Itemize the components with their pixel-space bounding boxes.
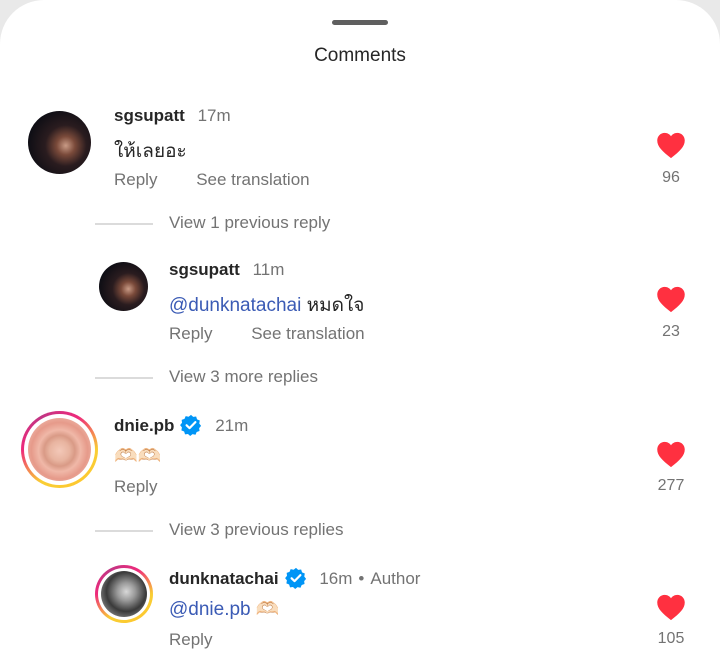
view-previous-replies-button[interactable]: View 1 previous reply xyxy=(95,213,330,233)
story-ring[interactable] xyxy=(21,411,98,488)
heart-icon[interactable] xyxy=(656,131,686,159)
separator-dot: • xyxy=(358,569,365,588)
heart-icon[interactable] xyxy=(656,440,686,468)
avatar[interactable] xyxy=(28,111,91,174)
mention-link[interactable]: @dunknatachai xyxy=(169,295,301,316)
drag-handle[interactable] xyxy=(332,20,388,25)
comment-meta: dnie.pb 21m xyxy=(114,414,248,436)
view-more-replies-button[interactable]: View 3 more replies xyxy=(95,367,318,387)
timestamp: 17m xyxy=(197,106,231,125)
reply-thread-line xyxy=(95,529,153,532)
like-count: 23 xyxy=(662,323,680,340)
comment-meta: sgsupatt 17m xyxy=(114,106,231,126)
avatar[interactable] xyxy=(99,262,148,311)
reply-button[interactable]: Reply xyxy=(114,170,157,189)
verified-badge-icon xyxy=(284,567,306,589)
comment-actions: Reply See translation xyxy=(114,170,344,190)
mention-link[interactable]: @dnie.pb xyxy=(169,599,251,620)
reply-button[interactable]: Reply xyxy=(169,324,212,343)
comment-meta: dunknatachai 16m • Author xyxy=(169,567,420,589)
timestamp: 11m xyxy=(252,260,285,279)
comment-actions: Reply xyxy=(169,630,246,650)
view-replies-label: View 1 previous reply xyxy=(169,213,331,232)
comment-meta: sgsupatt 11m xyxy=(169,260,284,280)
comment-actions: Reply See translation xyxy=(169,324,399,344)
comment-text: @dunknatachai หมดใจ xyxy=(169,290,364,320)
comment-text: 🫶🏻🫶🏻 xyxy=(114,445,162,467)
reply-button[interactable]: Reply xyxy=(114,477,157,496)
username[interactable]: sgsupatt xyxy=(114,106,185,125)
heart-icon[interactable] xyxy=(656,285,686,313)
reply-thread-line xyxy=(95,376,153,379)
avatar xyxy=(101,571,147,617)
view-replies-label: View 3 previous replies xyxy=(169,520,344,539)
reply-thread-line xyxy=(95,222,153,225)
like-count: 96 xyxy=(662,169,680,186)
sheet-title: Comments xyxy=(314,45,406,66)
see-translation-button[interactable]: See translation xyxy=(196,170,309,189)
author-badge: Author xyxy=(370,569,421,588)
timestamp: 16m xyxy=(319,569,353,588)
comment-body: หมดใจ xyxy=(306,295,365,316)
comment-actions: Reply xyxy=(114,477,191,497)
heart-icon[interactable] xyxy=(656,593,686,621)
view-replies-label: View 3 more replies xyxy=(169,367,318,386)
comment-text: ให้เลยอะ xyxy=(114,141,187,162)
verified-badge-icon xyxy=(180,414,202,436)
like-count: 105 xyxy=(657,630,685,647)
username[interactable]: dunknatachai xyxy=(169,569,279,588)
username[interactable]: dnie.pb xyxy=(114,416,174,435)
like-count: 277 xyxy=(657,477,685,494)
reply-button[interactable]: Reply xyxy=(169,630,212,649)
timestamp: 21m xyxy=(215,416,249,435)
comment-text: @dnie.pb 🫶🏻 xyxy=(169,597,280,621)
comments-sheet: Comments sgsupatt 17m ให้เลยอะ Reply See… xyxy=(0,0,720,664)
view-previous-replies-button[interactable]: View 3 previous replies xyxy=(95,520,344,540)
story-ring[interactable] xyxy=(95,565,153,623)
avatar xyxy=(28,418,91,481)
username[interactable]: sgsupatt xyxy=(169,260,240,279)
see-translation-button[interactable]: See translation xyxy=(251,324,364,343)
comment-body: 🫶🏻 xyxy=(255,598,280,620)
